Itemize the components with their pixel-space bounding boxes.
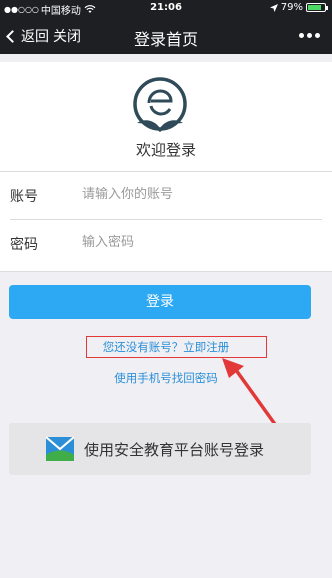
password-label: 密码 — [10, 237, 38, 253]
more-dot-icon — [315, 33, 320, 38]
platform-login-button[interactable]: 使用安全教育平台账号登录 — [9, 423, 311, 475]
battery-fill — [308, 5, 321, 10]
login-button[interactable]: 登录 — [9, 285, 311, 319]
status-bar: ●●○○○ 中国移动 21:06 79% — [0, 0, 332, 18]
platform-login-label: 使用安全教育平台账号登录 — [84, 440, 265, 459]
status-right: 79% — [269, 2, 328, 13]
recover-password-link[interactable]: 使用手机号找回密码 — [0, 370, 332, 386]
brand-logo-icon — [133, 77, 187, 132]
more-dot-icon — [307, 33, 312, 38]
platform-envelope-icon — [46, 436, 74, 461]
register-link[interactable]: 您还没有账号？立即注册 — [0, 339, 332, 355]
account-input[interactable] — [82, 181, 312, 207]
more-dot-icon — [299, 33, 304, 38]
divider — [0, 171, 332, 172]
page-title: 登录首页 — [133, 30, 198, 49]
login-card: 欢迎登录 账号 密码 — [0, 62, 332, 272]
battery-icon — [306, 3, 328, 12]
welcome-heading: 欢迎登录 — [135, 141, 196, 159]
nav-bar: 返回 关闭 登录首页 — [0, 18, 332, 54]
account-label: 账号 — [10, 189, 38, 205]
battery-percent: 79% — [280, 2, 303, 13]
divider — [0, 271, 332, 272]
more-options-button[interactable] — [299, 33, 320, 38]
divider — [10, 219, 322, 220]
location-arrow-icon — [269, 3, 278, 12]
password-input[interactable] — [82, 229, 312, 255]
